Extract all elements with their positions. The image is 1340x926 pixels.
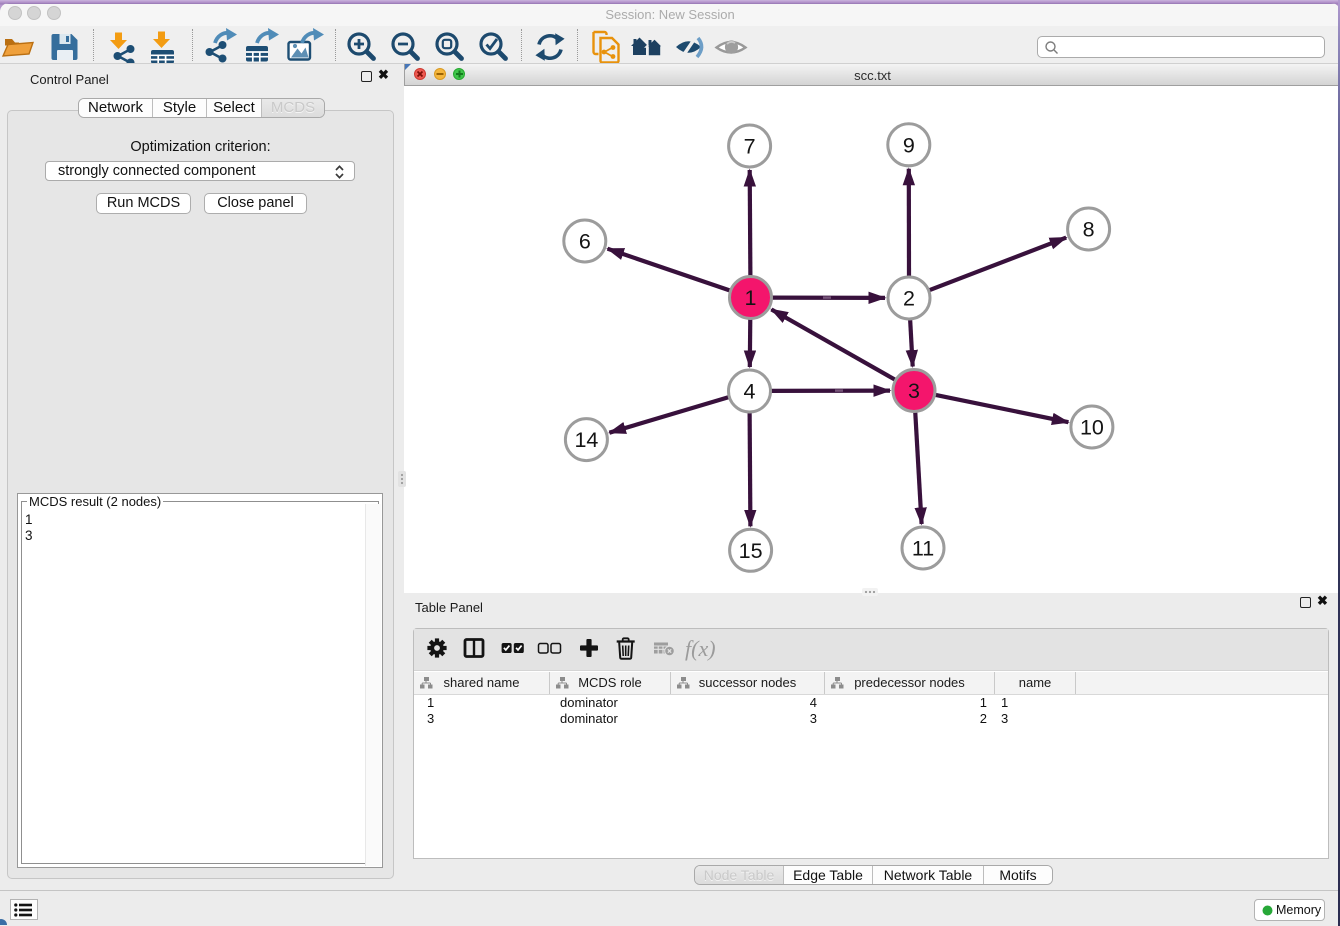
svg-text:15: 15	[739, 539, 763, 563]
svg-text:8: 8	[1083, 218, 1095, 242]
svg-text:1: 1	[745, 286, 757, 310]
svg-text:11: 11	[912, 537, 934, 561]
svg-text:f(x): f(x)	[685, 636, 716, 661]
svg-text:10: 10	[1080, 416, 1104, 440]
svg-text:9: 9	[903, 133, 915, 157]
svg-text:4: 4	[744, 380, 756, 404]
svg-text:7: 7	[744, 135, 756, 159]
svg-text:14: 14	[574, 428, 598, 452]
svg-text:3: 3	[908, 379, 920, 403]
svg-text:6: 6	[579, 230, 591, 254]
svg-text:2: 2	[903, 287, 915, 311]
